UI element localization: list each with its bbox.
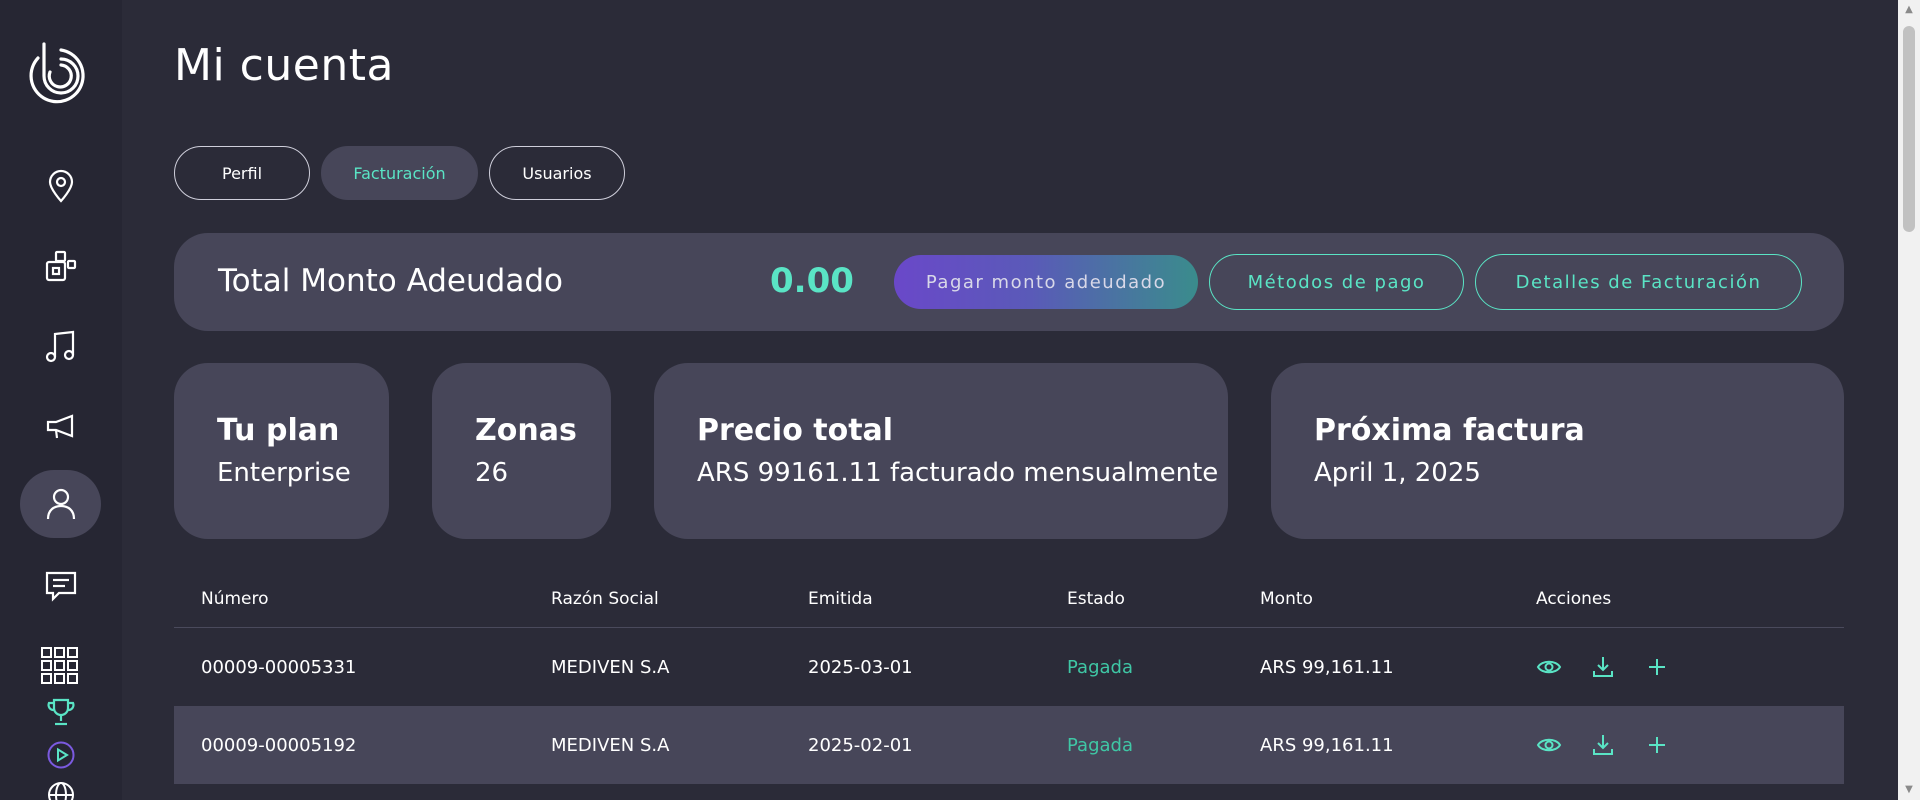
globe-icon	[48, 782, 74, 800]
music-note-icon	[45, 330, 74, 363]
header-razon-social: Razón Social	[551, 588, 659, 609]
invoice-company: MEDIVEN S.A	[551, 734, 670, 756]
invoice-company: MEDIVEN S.A	[551, 656, 670, 678]
message-icon	[45, 571, 76, 602]
scroll-up-arrow[interactable]: ▲	[1903, 4, 1915, 16]
tab-facturacion[interactable]: Facturación	[321, 146, 478, 200]
sidebar-item-music[interactable]	[20, 312, 101, 380]
sidebar-item-rewards[interactable]	[46, 697, 76, 727]
total-price-card: Precio total ARS 99161.11 facturado mens…	[654, 363, 1228, 539]
total-price-title: Precio total	[697, 413, 894, 448]
play-circle-icon	[47, 741, 75, 769]
zones-value: 26	[475, 458, 509, 488]
tab-usuarios[interactable]: Usuarios	[489, 146, 625, 200]
sidebar-item-messages[interactable]	[20, 552, 101, 620]
pay-owed-button[interactable]: Pagar monto adeudado	[894, 255, 1198, 309]
plan-value: Enterprise	[217, 458, 351, 488]
invoice-date: 2025-02-01	[808, 734, 913, 756]
next-invoice-card: Próxima factura April 1, 2025	[1271, 363, 1844, 539]
plan-title: Tu plan	[217, 413, 340, 448]
invoice-amount: ARS 99,161.11	[1260, 656, 1394, 678]
download-icon[interactable]	[1590, 732, 1616, 758]
boxes-icon	[45, 250, 76, 282]
payment-methods-button[interactable]: Métodos de pago	[1209, 254, 1464, 310]
download-icon[interactable]	[1590, 654, 1616, 680]
table-row: 00009-00005192 MEDIVEN S.A 2025-02-01 Pa…	[174, 706, 1844, 784]
sidebar-item-zones[interactable]	[20, 232, 101, 300]
scroll-down-arrow[interactable]: ▼	[1903, 784, 1915, 796]
tab-perfil[interactable]: Perfil	[174, 146, 310, 200]
next-invoice-value: April 1, 2025	[1314, 458, 1481, 488]
account-tabs: Perfil Facturación Usuarios	[174, 146, 625, 200]
sidebar-item-player[interactable]	[46, 740, 76, 770]
zones-title: Zonas	[475, 413, 577, 448]
grid-icon	[41, 647, 78, 684]
billing-details-button[interactable]: Detalles de Facturación	[1475, 254, 1802, 310]
page-title: Mi cuenta	[174, 40, 394, 91]
header-acciones: Acciones	[1536, 588, 1612, 609]
scrollbar-thumb[interactable]	[1903, 26, 1915, 232]
sidebar-item-campaigns[interactable]	[20, 392, 101, 460]
page-scrollbar[interactable]: ▲ ▼	[1898, 0, 1920, 800]
total-price-value: ARS 99161.11 facturado mensualmente	[697, 458, 1219, 488]
trophy-icon	[47, 698, 75, 726]
table-header: Número Razón Social Emitida Estado Monto…	[174, 570, 1844, 628]
logo[interactable]	[26, 38, 96, 108]
plus-icon[interactable]	[1644, 654, 1670, 680]
sidebar-item-apps[interactable]	[40, 646, 80, 686]
next-invoice-title: Próxima factura	[1314, 413, 1585, 448]
header-monto: Monto	[1260, 588, 1313, 609]
invoice-number: 00009-00005192	[201, 734, 357, 756]
invoice-actions	[1536, 706, 1670, 784]
header-estado: Estado	[1067, 588, 1125, 609]
view-icon[interactable]	[1536, 732, 1562, 758]
view-icon[interactable]	[1536, 654, 1562, 680]
invoice-amount: ARS 99,161.11	[1260, 734, 1394, 756]
header-emitida: Emitida	[808, 588, 873, 609]
user-icon	[46, 488, 75, 520]
amount-owed-value: 0.00	[770, 261, 854, 301]
zones-card: Zonas 26	[432, 363, 611, 539]
header-numero: Número	[201, 588, 269, 609]
sidebar	[0, 0, 122, 800]
megaphone-icon	[46, 414, 73, 439]
map-pin-icon	[48, 169, 73, 203]
amount-owed-label: Total Monto Adeudado	[218, 263, 563, 299]
invoice-status: Pagada	[1067, 656, 1133, 678]
sidebar-item-language[interactable]	[46, 780, 76, 800]
invoice-number: 00009-00005331	[201, 656, 357, 678]
plan-card: Tu plan Enterprise	[174, 363, 389, 539]
invoices-table: Número Razón Social Emitida Estado Monto…	[174, 570, 1844, 784]
plus-icon[interactable]	[1644, 732, 1670, 758]
sidebar-item-account[interactable]	[20, 470, 101, 538]
sidebar-item-locations[interactable]	[20, 152, 101, 220]
amount-owed-card: Total Monto Adeudado 0.00 Pagar monto ad…	[174, 233, 1844, 331]
table-row: 00009-00005331 MEDIVEN S.A 2025-03-01 Pa…	[174, 628, 1844, 706]
invoice-status: Pagada	[1067, 734, 1133, 756]
invoice-actions	[1536, 628, 1670, 706]
invoice-date: 2025-03-01	[808, 656, 913, 678]
